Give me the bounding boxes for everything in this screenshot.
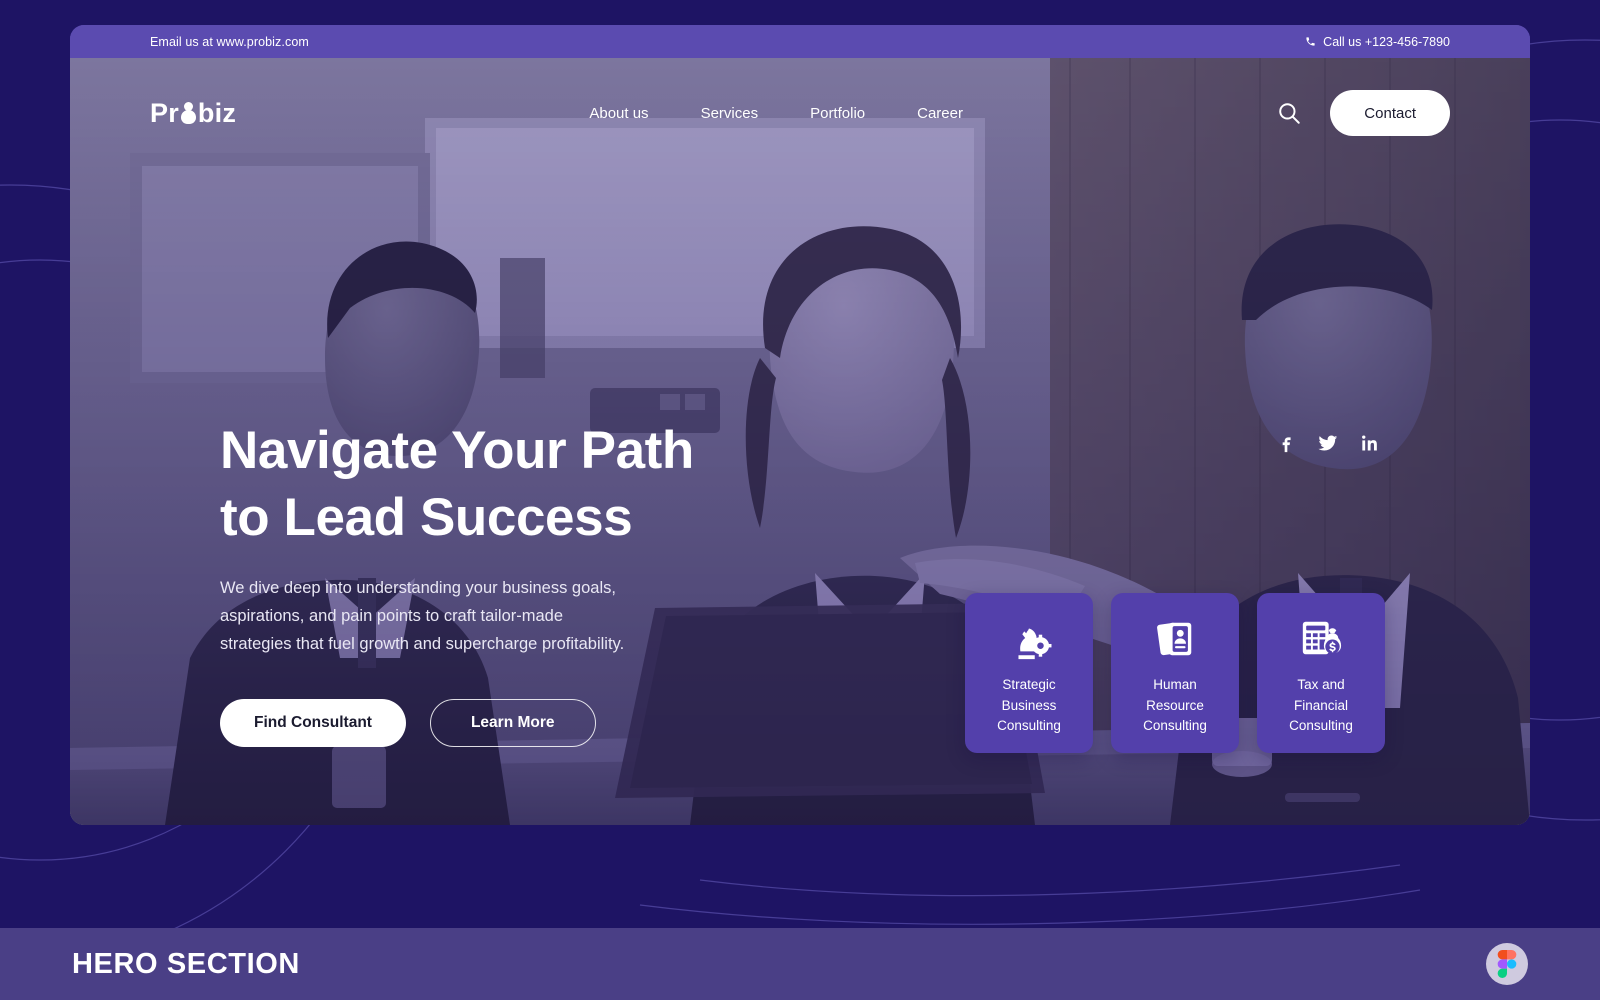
social-links [1276, 433, 1380, 455]
subcopy-line-1: We dive deep into understanding your bus… [220, 578, 616, 597]
id-card-icon [1157, 622, 1192, 656]
search-icon[interactable] [1276, 100, 1302, 126]
hero-photo-area: Pr biz About us Services Portfolio Caree… [70, 58, 1530, 825]
chess-knight-gear-icon [1018, 628, 1052, 660]
service-label-line-2: Business [1001, 697, 1057, 713]
nav-links: About us Services Portfolio Career [276, 105, 1276, 122]
facebook-icon[interactable] [1276, 433, 1296, 455]
linkedin-icon[interactable] [1360, 433, 1380, 455]
nav-item-about-us[interactable]: About us [589, 105, 648, 122]
section-title: HERO SECTION [72, 947, 300, 980]
nav-item-portfolio[interactable]: Portfolio [810, 105, 865, 122]
logo[interactable]: Pr biz [150, 98, 236, 129]
phone-block[interactable]: Call us +123-456-7890 [1305, 35, 1450, 49]
nav-item-services[interactable]: Services [701, 105, 759, 122]
email-text: Email us at www.probiz.com [150, 34, 309, 49]
service-card-label: Strategic Business Consulting [997, 675, 1061, 737]
find-consultant-button[interactable]: Find Consultant [220, 698, 406, 747]
hero-content: Navigate Your Path to Lead Success We di… [220, 418, 860, 747]
service-label-line-3: Consulting [1289, 718, 1353, 734]
top-contact-bar: Email us at www.probiz.com Call us +123-… [70, 25, 1530, 58]
page-title: Navigate Your Path to Lead Success [220, 418, 860, 552]
footer-bar: HERO SECTION [0, 928, 1600, 1000]
service-label-line-2: Resource [1146, 697, 1204, 713]
person-icon [180, 101, 197, 125]
contact-button[interactable]: Contact [1330, 90, 1450, 136]
nav-actions: Contact [1276, 90, 1450, 136]
hero-card: Email us at www.probiz.com Call us +123-… [70, 25, 1530, 825]
hero-description: We dive deep into understanding your bus… [220, 574, 860, 659]
service-card-label: Tax and Financial Consulting [1289, 675, 1353, 737]
headline-line-2: to Lead Success [220, 487, 633, 547]
logo-text-before: Pr [150, 97, 179, 128]
service-card-strategic-business[interactable]: Strategic Business Consulting [965, 593, 1093, 753]
hero-cta-row: Find Consultant Learn More [220, 698, 860, 747]
phone-icon [1306, 37, 1315, 46]
subcopy-line-3: strategies that fuel growth and supercha… [220, 635, 625, 654]
service-card-label: Human Resource Consulting [1143, 675, 1207, 737]
service-label-line-1: Tax and [1297, 677, 1345, 692]
headline-line-1: Navigate Your Path [220, 421, 694, 480]
figma-logo-icon[interactable] [1486, 943, 1528, 985]
service-label-line-1: Strategic [1002, 677, 1056, 692]
main-navigation: Pr biz About us Services Portfolio Caree… [70, 58, 1530, 168]
twitter-icon[interactable] [1318, 433, 1338, 455]
page-root: Email us at www.probiz.com Call us +123-… [0, 0, 1600, 1000]
service-card-human-resource[interactable]: Human Resource Consulting [1111, 593, 1239, 753]
phone-text: Call us +123-456-7890 [1323, 34, 1450, 49]
nav-item-career[interactable]: Career [917, 105, 963, 122]
service-label-line-3: Consulting [997, 718, 1061, 734]
learn-more-button[interactable]: Learn More [429, 698, 596, 747]
service-label-line-3: Consulting [1143, 718, 1207, 734]
subcopy-line-2: aspirations, and pain points to craft ta… [220, 606, 564, 625]
logo-text-after: biz [197, 97, 237, 128]
service-label-line-2: Financial [1293, 697, 1348, 713]
service-cards: Strategic Business Consulting Human Reso… [965, 593, 1385, 753]
service-label-line-1: Human [1153, 677, 1197, 692]
service-card-tax-financial[interactable]: Tax and Financial Consulting [1257, 593, 1385, 753]
invoice-money-icon [1302, 621, 1342, 655]
